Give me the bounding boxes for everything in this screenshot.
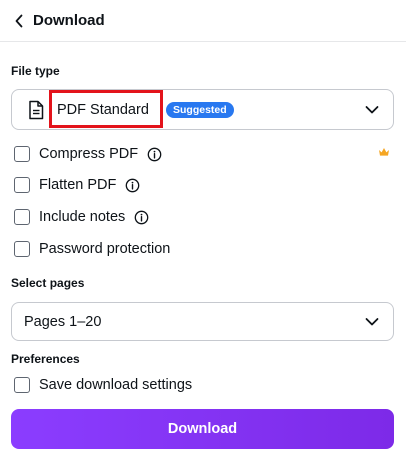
suggested-badge: Suggested xyxy=(166,102,234,118)
file-type-select[interactable]: PDF Standard Suggested xyxy=(11,89,394,130)
compress-pdf-checkbox[interactable] xyxy=(14,146,30,162)
select-pages-dropdown[interactable]: Pages 1–20 xyxy=(11,302,394,341)
include-notes-checkbox[interactable] xyxy=(14,209,30,225)
password-protection-label: Password protection xyxy=(39,241,171,257)
select-pages-label: Select pages xyxy=(11,276,85,290)
select-pages-value: Pages 1–20 xyxy=(24,314,102,330)
include-notes-label: Include notes xyxy=(39,209,126,225)
include-notes-option[interactable]: Include notes xyxy=(14,207,149,227)
chevron-down-icon xyxy=(365,106,379,114)
panel-title: Download xyxy=(33,12,105,29)
chevron-left-icon xyxy=(15,14,23,28)
download-button[interactable]: Download xyxy=(11,409,394,449)
file-type-value: PDF Standard xyxy=(57,102,149,118)
flatten-pdf-option[interactable]: Flatten PDF xyxy=(14,175,140,195)
compress-pdf-label: Compress PDF xyxy=(39,146,139,162)
info-icon[interactable] xyxy=(134,210,149,225)
document-icon xyxy=(29,100,44,120)
preferences-label: Preferences xyxy=(11,352,80,366)
flatten-pdf-checkbox[interactable] xyxy=(14,177,30,193)
chevron-down-icon xyxy=(365,318,379,326)
file-type-label: File type xyxy=(11,64,60,78)
info-icon[interactable] xyxy=(147,147,162,162)
crown-icon xyxy=(379,148,389,156)
save-download-settings-label: Save download settings xyxy=(39,377,193,393)
panel-header: Download xyxy=(0,0,406,42)
compress-pdf-option[interactable]: Compress PDF xyxy=(14,144,162,164)
back-button[interactable] xyxy=(10,11,28,31)
password-protection-option[interactable]: Password protection xyxy=(14,239,170,259)
flatten-pdf-label: Flatten PDF xyxy=(39,177,117,193)
password-protection-checkbox[interactable] xyxy=(14,241,30,257)
save-download-settings-option[interactable]: Save download settings xyxy=(14,375,192,395)
info-icon[interactable] xyxy=(125,178,140,193)
save-download-settings-checkbox[interactable] xyxy=(14,377,30,393)
